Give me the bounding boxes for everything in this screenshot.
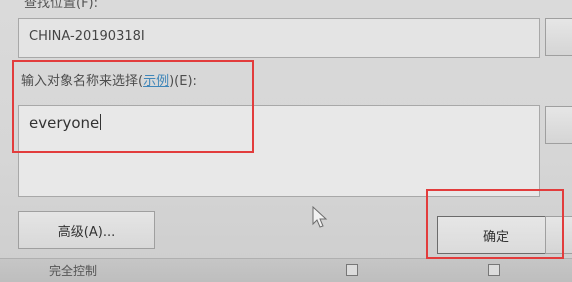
locations-button[interactable] [545, 18, 572, 56]
object-names-value-wrap: everyone [29, 114, 102, 132]
object-names-label-suffix: )(E): [169, 74, 197, 89]
allow-full-control-checkbox[interactable] [346, 264, 358, 276]
examples-link[interactable]: 示例 [143, 74, 169, 89]
advanced-button[interactable]: 高级(A)... [18, 211, 155, 249]
location-label: 查找位置(F): [24, 0, 99, 11]
object-names-value: everyone [29, 114, 100, 132]
advanced-button-label: 高级(A)... [57, 224, 116, 240]
object-names-label-prefix: 输入对象名称来选择( [21, 74, 144, 89]
location-field: CHINA-20190318I [18, 18, 540, 58]
object-names-label: 输入对象名称来选择(示例)(E): [21, 70, 197, 89]
text-caret [100, 114, 102, 130]
select-users-or-groups-dialog: 查找位置(F): CHINA-20190318I 输入对象名称来选择(示例)(E… [0, 0, 572, 260]
object-names-input[interactable]: everyone [18, 105, 540, 197]
screen: 查找位置(F): CHINA-20190318I 输入对象名称来选择(示例)(E… [0, 0, 572, 282]
ok-button-label: 确定 [482, 229, 509, 245]
ok-button[interactable]: 确定 [437, 216, 555, 254]
full-control-permission-label: 完全控制 [49, 264, 98, 278]
location-value: CHINA-20190318I [29, 29, 145, 44]
deny-full-control-checkbox[interactable] [488, 264, 500, 276]
check-names-button[interactable] [545, 106, 572, 144]
cancel-button[interactable] [545, 216, 572, 254]
